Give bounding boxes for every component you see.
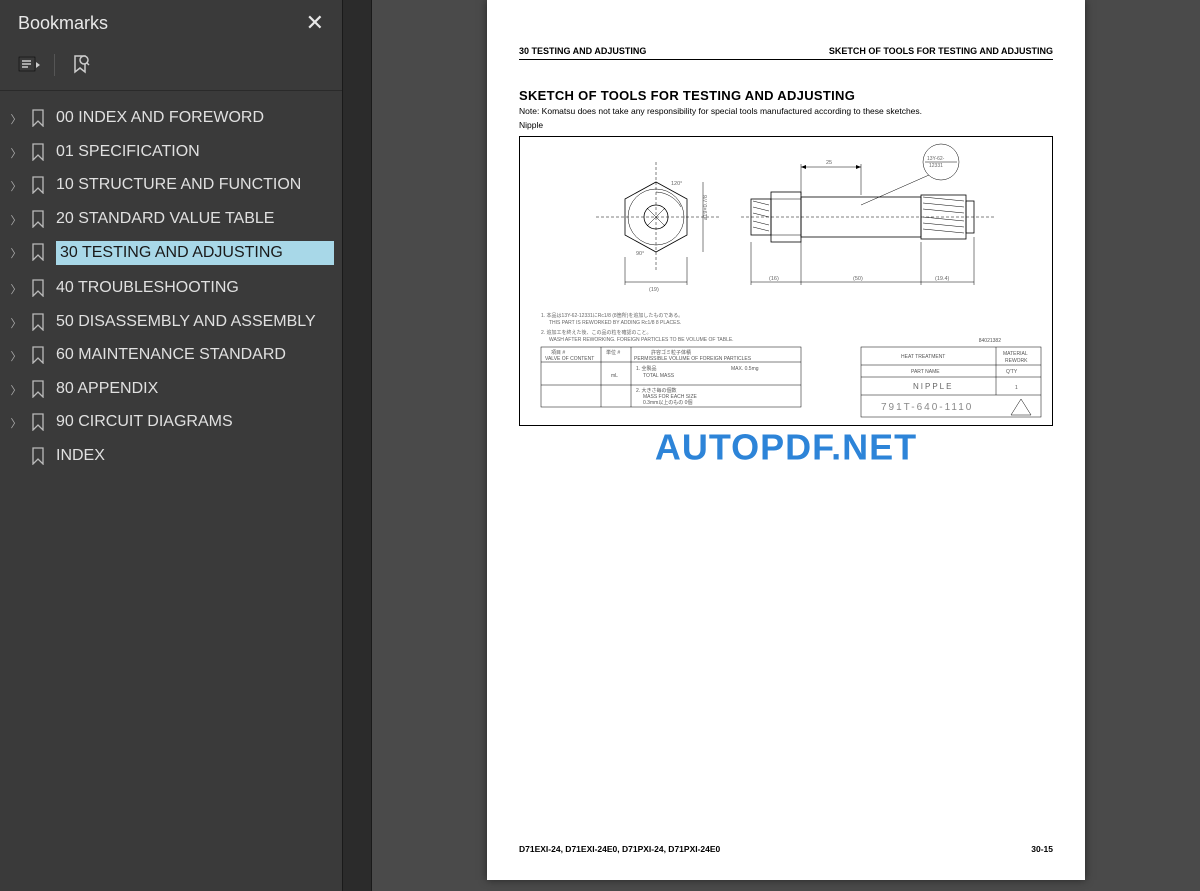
svg-text:25: 25 — [826, 160, 832, 166]
svg-text:84021382: 84021382 — [979, 338, 1001, 344]
note-text: Note: Komatsu does not take any responsi… — [519, 106, 1053, 116]
svg-text:(19): (19) — [649, 287, 659, 293]
svg-text:NIPPLE: NIPPLE — [913, 382, 953, 391]
bookmark-item-40-troubleshooting[interactable]: 〉 40 TROUBLESHOOTING — [0, 271, 342, 305]
bookmark-label: 90 CIRCUIT DIAGRAMS — [56, 411, 334, 433]
chevron-right-icon[interactable]: 〉 — [8, 178, 24, 194]
footer-left: D71EXI-24, D71EXI-24E0, D71PXI-24, D71PX… — [519, 844, 720, 854]
svg-text:0.3mm以上のもの 0個: 0.3mm以上のもの 0個 — [643, 399, 692, 406]
svg-text:WASH AFTER REWORKING. FOREIGN: WASH AFTER REWORKING. FOREIGN PARTICLES … — [549, 337, 734, 343]
page-footer: D71EXI-24, D71EXI-24E0, D71PXI-24, D71PX… — [519, 844, 1053, 854]
bookmark-icon — [28, 279, 48, 297]
svg-text:13Y-62-: 13Y-62- — [927, 156, 945, 162]
bookmark-item-index[interactable]: 〉 INDEX — [0, 439, 342, 473]
svg-text:単位 #: 単位 # — [606, 349, 620, 356]
chevron-right-icon[interactable]: 〉 — [8, 245, 24, 261]
chevron-right-icon[interactable]: 〉 — [8, 145, 24, 161]
bookmark-icon — [28, 210, 48, 228]
bookmark-item-90-circuit[interactable]: 〉 90 CIRCUIT DIAGRAMS — [0, 405, 342, 439]
page-body: SKETCH OF TOOLS FOR TESTING AND ADJUSTIN… — [519, 88, 1053, 426]
svg-text:1: 1 — [1015, 385, 1018, 391]
bookmarks-header: Bookmarks ✕ — [0, 0, 342, 44]
bookmark-icon — [28, 313, 48, 331]
svg-text:REWORK: REWORK — [1005, 358, 1028, 364]
bookmark-icon — [28, 413, 48, 431]
svg-text:2. 追加工を終えた後、この品の粒を確認のこと。: 2. 追加工を終えた後、この品の粒を確認のこと。 — [541, 329, 652, 336]
bookmark-label: 10 STRUCTURE AND FUNCTION — [56, 174, 334, 196]
bookmarks-title: Bookmarks — [18, 13, 108, 34]
svg-text:120°: 120° — [671, 181, 682, 187]
svg-text:PART NAME: PART NAME — [911, 369, 940, 375]
bookmarks-toolbar — [0, 44, 342, 91]
page-header: 30 TESTING AND ADJUSTING SKETCH OF TOOLS… — [519, 46, 1053, 60]
bookmarks-list: 〉 00 INDEX AND FOREWORD 〉 01 SPECIFICATI… — [0, 91, 342, 891]
section-title: SKETCH OF TOOLS FOR TESTING AND ADJUSTIN… — [519, 88, 1053, 103]
svg-text:TOTAL MASS: TOTAL MASS — [643, 373, 675, 379]
technical-drawing: 120° 90° ⌀19×0.7/8 (19) — [519, 136, 1053, 426]
chevron-right-icon[interactable]: 〉 — [8, 382, 24, 398]
bookmark-icon — [28, 447, 48, 465]
footer-right: 30-15 — [1031, 844, 1053, 854]
svg-text:90°: 90° — [636, 251, 644, 257]
options-icon[interactable] — [14, 50, 44, 80]
bookmark-label: INDEX — [56, 445, 334, 467]
toolbar-divider — [54, 54, 55, 76]
chevron-right-icon[interactable]: 〉 — [8, 281, 24, 297]
part-name: Nipple — [519, 120, 1053, 130]
svg-text:1. 全製品: 1. 全製品 — [636, 365, 657, 372]
svg-text:許容ゴミ粒子体積: 許容ゴミ粒子体積 — [651, 349, 691, 356]
chevron-right-icon[interactable]: 〉 — [8, 212, 24, 228]
find-bookmark-icon[interactable] — [65, 50, 95, 80]
chevron-right-icon[interactable]: 〉 — [8, 315, 24, 331]
svg-text:791T-640-1110: 791T-640-1110 — [881, 402, 973, 413]
bookmark-item-20-standard-value[interactable]: 〉 20 STANDARD VALUE TABLE — [0, 202, 342, 236]
svg-text:MAX. 0.5mg: MAX. 0.5mg — [731, 366, 759, 372]
bookmark-icon — [28, 346, 48, 364]
bookmark-icon — [28, 143, 48, 161]
chevron-right-icon[interactable]: 〉 — [8, 415, 24, 431]
bookmark-label: 20 STANDARD VALUE TABLE — [56, 208, 334, 230]
svg-text:PERMISSIBLE VOLUME OF FOREIGN: PERMISSIBLE VOLUME OF FOREIGN PARTICLES — [634, 356, 752, 362]
header-right: SKETCH OF TOOLS FOR TESTING AND ADJUSTIN… — [829, 46, 1053, 56]
svg-text:2. 大きさ毎の個数: 2. 大きさ毎の個数 — [636, 387, 677, 394]
svg-text:12331: 12331 — [929, 163, 943, 169]
bookmark-icon — [28, 176, 48, 194]
watermark-text: AUTOPDF.NET — [655, 426, 917, 468]
bookmark-item-00-index[interactable]: 〉 00 INDEX AND FOREWORD — [0, 101, 342, 135]
svg-text:1. 本品は13Y-62-12331にRc1/8 (8箇所): 1. 本品は13Y-62-12331にRc1/8 (8箇所)を追加したものである… — [541, 312, 683, 319]
bookmark-label: 40 TROUBLESHOOTING — [56, 277, 334, 299]
svg-text:mL: mL — [611, 373, 618, 379]
svg-text:⌀19×0.7/8: ⌀19×0.7/8 — [703, 195, 709, 220]
chevron-right-icon[interactable]: 〉 — [8, 111, 24, 127]
document-viewport[interactable]: AUTOPDF.NET 30 TESTING AND ADJUSTING SKE… — [372, 0, 1200, 891]
panel-gap — [342, 0, 372, 891]
bookmark-label: 60 MAINTENANCE STANDARD — [56, 344, 334, 366]
svg-text:(19.4): (19.4) — [935, 276, 950, 282]
bookmark-label: 00 INDEX AND FOREWORD — [56, 107, 334, 129]
bookmark-item-30-testing[interactable]: 〉 30 TESTING AND ADJUSTING — [0, 235, 342, 271]
bookmark-icon — [28, 243, 48, 261]
svg-text:THIS PART IS REWORKED BY ADDIN: THIS PART IS REWORKED BY ADDING Rc1/8 8 … — [549, 320, 681, 326]
svg-text:(16): (16) — [769, 276, 779, 282]
bookmark-label: 30 TESTING AND ADJUSTING — [56, 241, 334, 265]
svg-text:MATERIAL: MATERIAL — [1003, 351, 1028, 357]
bookmark-item-80-appendix[interactable]: 〉 80 APPENDIX — [0, 372, 342, 406]
bookmark-label: 01 SPECIFICATION — [56, 141, 334, 163]
header-left: 30 TESTING AND ADJUSTING — [519, 46, 646, 56]
bookmark-item-01-specification[interactable]: 〉 01 SPECIFICATION — [0, 135, 342, 169]
bookmark-label: 80 APPENDIX — [56, 378, 334, 400]
bookmark-icon — [28, 109, 48, 127]
bookmark-item-50-disassembly[interactable]: 〉 50 DISASSEMBLY AND ASSEMBLY — [0, 305, 342, 339]
bookmark-item-60-maintenance[interactable]: 〉 60 MAINTENANCE STANDARD — [0, 338, 342, 372]
svg-text:(50): (50) — [853, 276, 863, 282]
bookmark-label: 50 DISASSEMBLY AND ASSEMBLY — [56, 311, 334, 333]
bookmark-item-10-structure[interactable]: 〉 10 STRUCTURE AND FUNCTION — [0, 168, 342, 202]
bookmark-icon — [28, 380, 48, 398]
svg-text:VALVE OF CONTENT: VALVE OF CONTENT — [545, 356, 594, 362]
svg-text:HEAT TREATMENT: HEAT TREATMENT — [901, 354, 945, 360]
chevron-right-icon[interactable]: 〉 — [8, 348, 24, 364]
close-icon[interactable]: ✕ — [306, 10, 324, 36]
bookmarks-panel: Bookmarks ✕ 〉 00 INDEX AND FOREWORD 〉 01… — [0, 0, 342, 891]
svg-text:Q'TY: Q'TY — [1006, 369, 1018, 375]
